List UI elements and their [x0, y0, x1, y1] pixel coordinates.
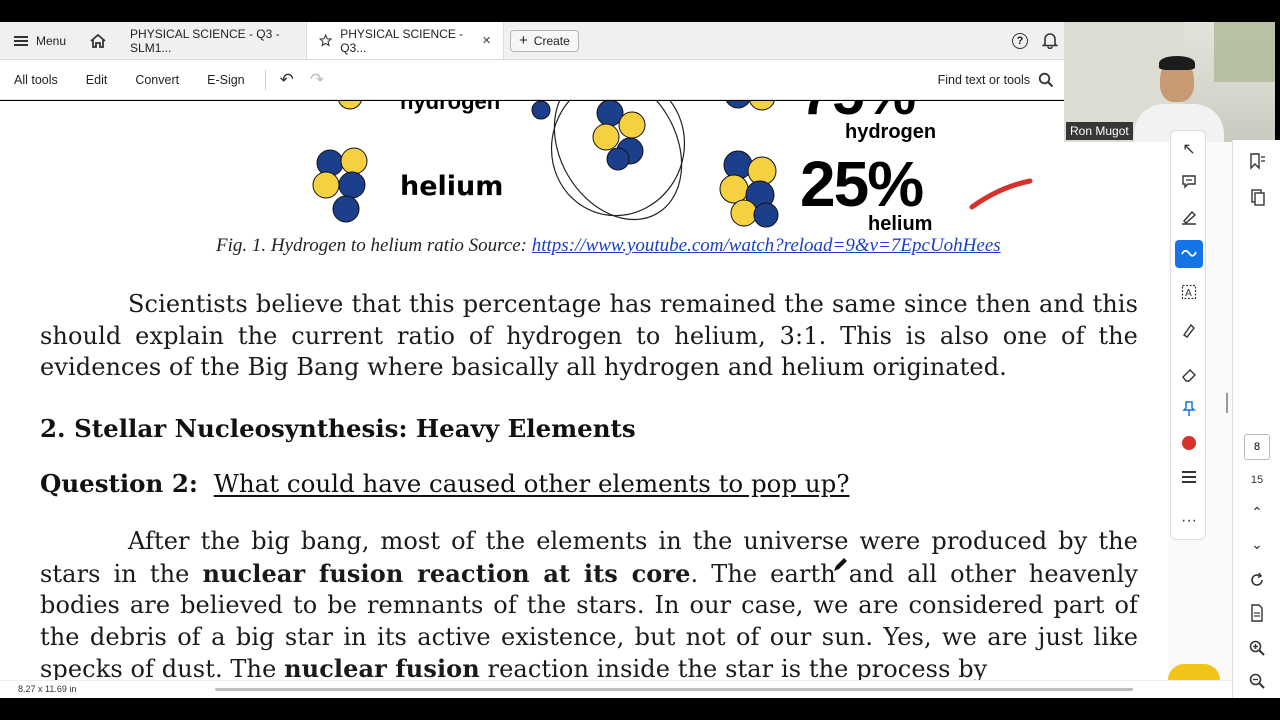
zoom-in-icon[interactable]	[1233, 640, 1280, 659]
fill-sign-icon[interactable]	[1175, 316, 1203, 344]
section-heading: 2. Stellar Nucleosynthesis: Heavy Elemen…	[40, 414, 636, 443]
total-pages: 15	[1250, 474, 1264, 486]
text-select-icon[interactable]: A	[1175, 278, 1203, 306]
figure-percent-helium: 25%	[800, 148, 924, 220]
question-label: Question 2:	[40, 469, 198, 498]
figure-label-helium-pct: helium	[868, 213, 933, 235]
search-icon	[1038, 72, 1054, 87]
find-text-label: Find text or tools	[937, 72, 1030, 87]
esign-button[interactable]: E-Sign	[193, 73, 259, 87]
toolbar-divider	[264, 69, 266, 90]
cursor-icon[interactable]: ↖	[1175, 135, 1203, 163]
eraser-icon[interactable]	[1175, 361, 1203, 389]
caption-text: Fig. 1. Hydrogen to helium ratio Source:	[216, 235, 532, 256]
find-text-button[interactable]: Find text or tools	[938, 72, 1064, 88]
bookmark-icon[interactable]	[1233, 152, 1280, 173]
seal-corner-graphic	[1168, 664, 1220, 680]
page-size-label: 8.27 x 11.69 in	[18, 684, 77, 694]
figure-caption: Fig. 1. Hydrogen to helium ratio Source:…	[216, 235, 1001, 257]
paragraph-big-bang: After the big bang, most of the elements…	[40, 526, 1138, 680]
print-doc-icon[interactable]	[1233, 604, 1280, 625]
zoom-out-icon[interactable]	[1233, 673, 1280, 692]
tab-title: PHYSICAL SCIENCE - Q3 - SLM1...	[130, 26, 280, 55]
caption-link[interactable]: https://www.youtube.com/watch?reload=9&v…	[532, 235, 1001, 256]
plus-icon: +	[519, 32, 528, 49]
star-icon[interactable]	[319, 33, 333, 48]
atom-illustration	[312, 101, 1033, 228]
create-label: Create	[533, 33, 570, 48]
highlight-icon[interactable]	[1175, 203, 1203, 231]
create-button[interactable]: + Create	[510, 29, 579, 52]
tab-bar: Menu PHYSICAL SCIENCE - Q3 - SLM1... PHY…	[0, 22, 1064, 60]
rotate-icon[interactable]	[1233, 572, 1280, 591]
tab-document-1[interactable]: PHYSICAL SCIENCE - Q3 - SLM1...	[118, 22, 306, 59]
hamburger-icon	[14, 35, 28, 46]
paragraph-text-c: reaction inside the star is the process …	[479, 655, 988, 680]
chevron-up-icon[interactable]: ⌃	[1233, 504, 1280, 521]
question-2: Question 2: What could have caused other…	[40, 469, 849, 498]
help-icon[interactable]: ?	[1012, 32, 1028, 49]
menu-label: Menu	[36, 33, 67, 48]
convert-button[interactable]: Convert	[121, 73, 193, 87]
more-icon[interactable]: ···	[1175, 507, 1203, 535]
participant-name: Ron Mugot	[1066, 122, 1133, 140]
bold-term-fusion: nuclear fusion	[284, 654, 480, 680]
top-letterbox	[0, 0, 1280, 22]
menu-button[interactable]: Menu	[0, 22, 78, 59]
figure-label-hydrogen-top: hydrogen	[400, 101, 501, 114]
menu-lines-icon[interactable]	[1175, 463, 1203, 491]
bottom-letterbox	[0, 698, 1280, 720]
pin-icon[interactable]	[1175, 395, 1203, 423]
bold-term-fusion-core: nuclear fusion reaction at its core	[202, 558, 691, 588]
figure-label-hydrogen: hydrogen	[845, 121, 937, 143]
right-panel: 8 15 ⌃ ⌄	[1232, 140, 1280, 698]
edit-button[interactable]: Edit	[72, 73, 122, 87]
undo-icon[interactable]: ↶	[272, 70, 302, 90]
horizontal-scrollbar[interactable]	[215, 688, 1133, 691]
question-text: What could have caused other elements to…	[213, 469, 850, 498]
all-tools-button[interactable]: All tools	[0, 73, 72, 87]
home-icon	[90, 33, 106, 48]
redo-icon[interactable]: ↷	[302, 70, 332, 90]
status-bar: 8.27 x 11.69 in	[0, 680, 1232, 698]
pages-icon[interactable]	[1233, 188, 1280, 209]
color-icon[interactable]	[1175, 429, 1203, 457]
figure-label-helium: helium	[400, 171, 504, 202]
paragraph-text: Scientists believe that this percentage …	[40, 290, 1138, 381]
comment-icon[interactable]	[1175, 167, 1203, 195]
paragraph-scientists: Scientists believe that this percentage …	[40, 289, 1138, 384]
draw-icon[interactable]	[1175, 240, 1203, 268]
pencil-cursor-icon	[834, 558, 847, 571]
toolbar: All tools Edit Convert E-Sign ↶ ↷ Find t…	[0, 60, 1064, 100]
annotation-tool-rail: ↖ A ···	[1170, 130, 1206, 540]
current-page-input[interactable]: 8	[1244, 434, 1270, 460]
document-page[interactable]: hydrogen helium 75% hydrogen 25% helium …	[0, 101, 1168, 680]
bell-icon[interactable]	[1042, 32, 1058, 49]
panel-resize-handle[interactable]	[1226, 393, 1228, 413]
webcam-overlay: Ron Mugot	[1064, 22, 1275, 142]
figure-hydrogen-helium: hydrogen helium 75% hydrogen 25% helium	[300, 101, 1060, 235]
tab-document-2-active[interactable]: PHYSICAL SCIENCE - Q3... ×	[306, 22, 505, 59]
close-icon[interactable]: ×	[482, 32, 491, 49]
tab-title: PHYSICAL SCIENCE - Q3...	[340, 26, 464, 55]
svg-text:A: A	[1185, 288, 1192, 299]
chevron-down-icon[interactable]: ⌄	[1233, 536, 1280, 553]
home-button[interactable]	[78, 22, 118, 59]
